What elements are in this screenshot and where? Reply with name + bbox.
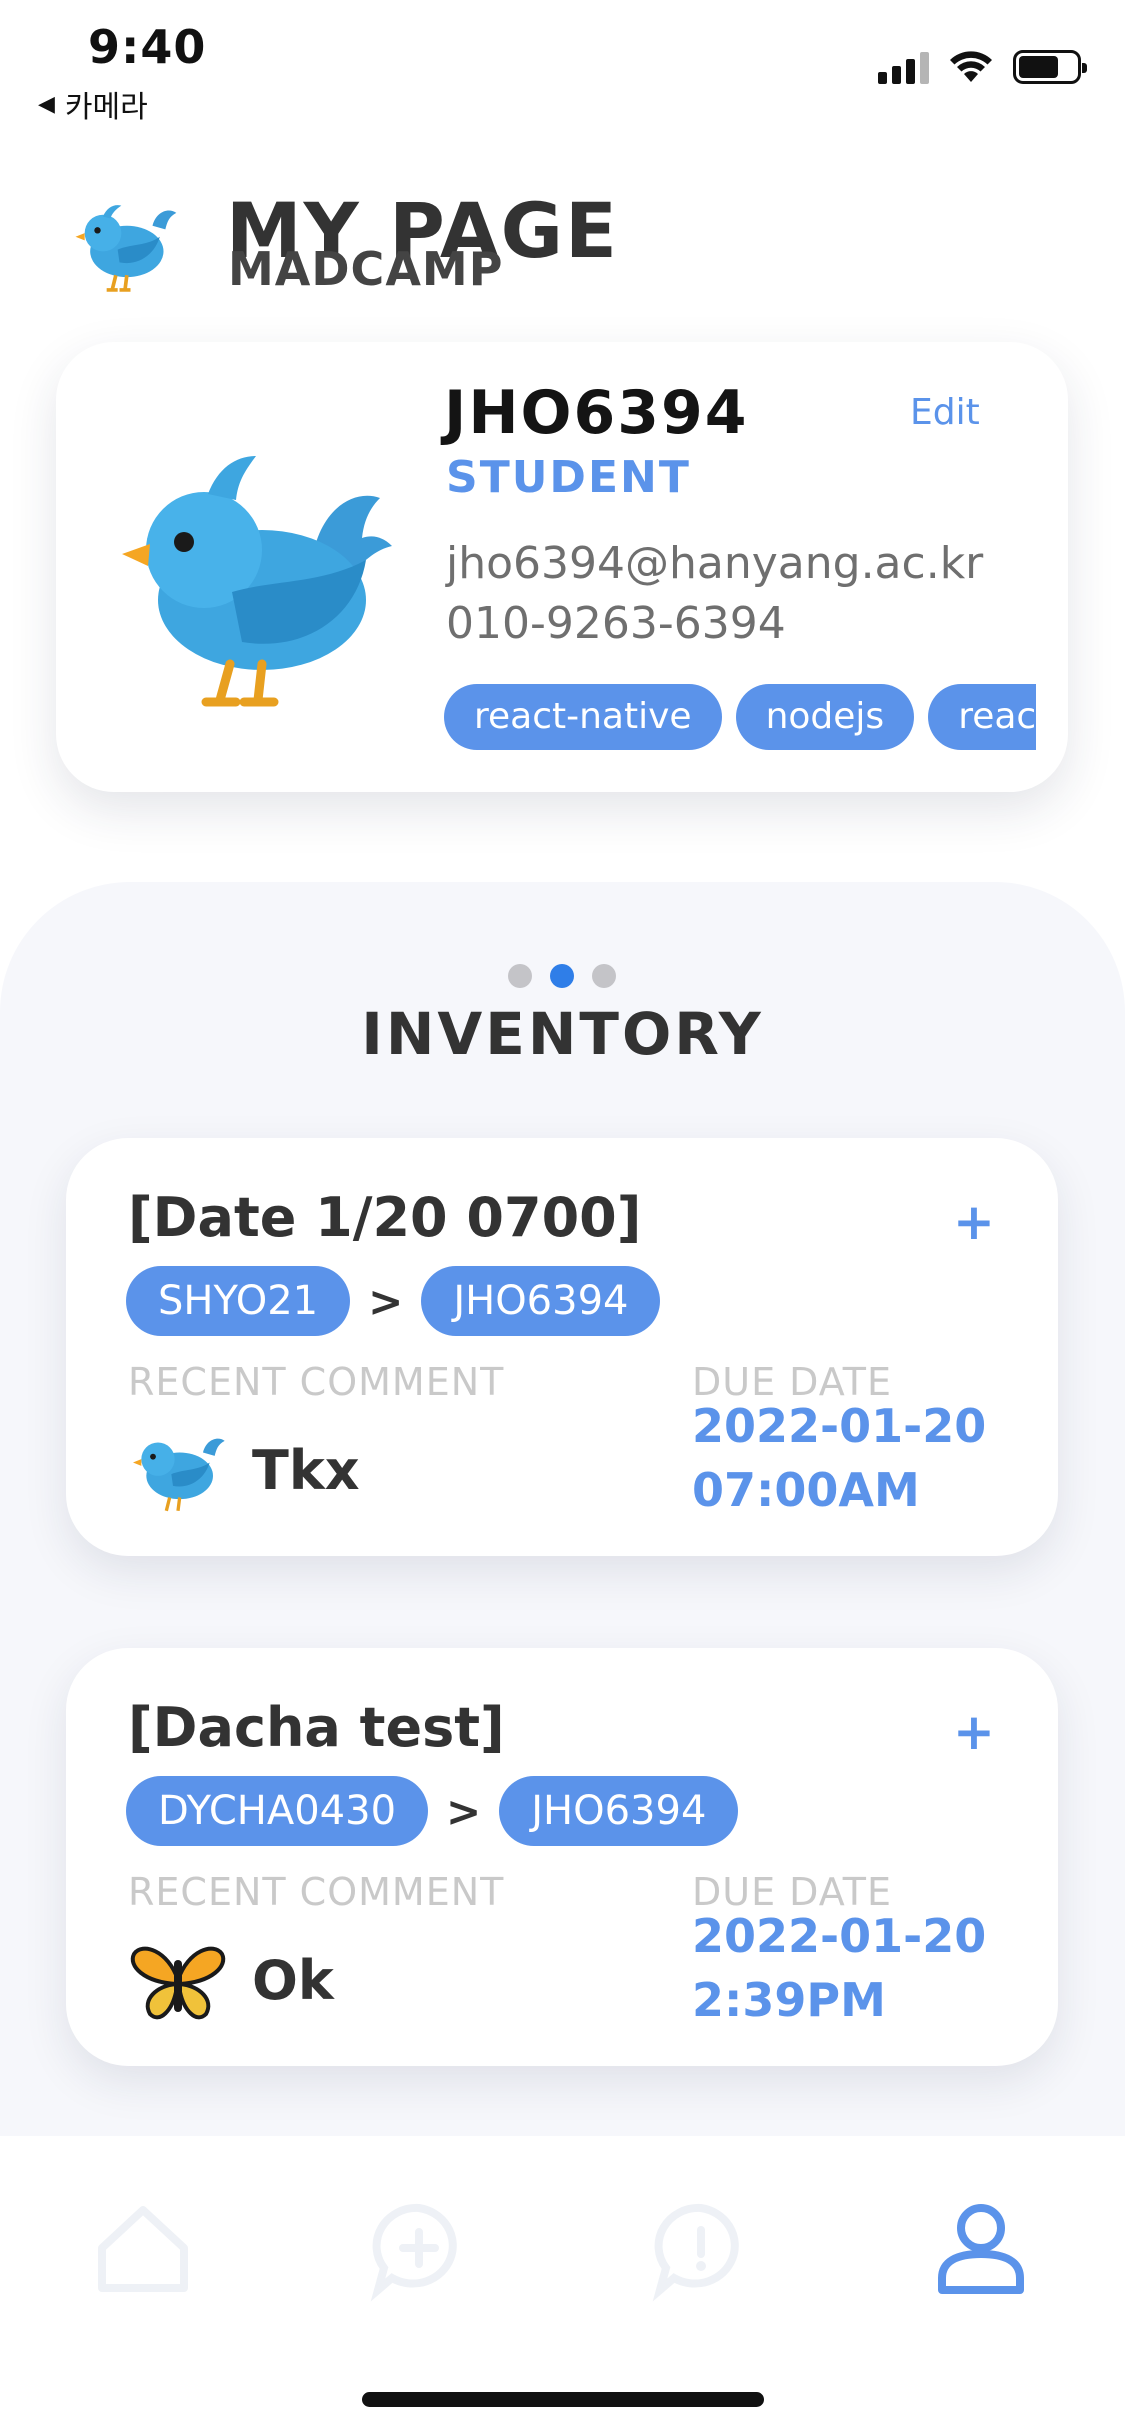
back-to-app-link[interactable]: ◀ 카메라 [38, 82, 148, 126]
recent-comment: Tkx [128, 1420, 360, 1520]
due-date-time: 07:00AM [692, 1463, 920, 1517]
due-date-time: 2:39PM [692, 1973, 886, 2027]
status-bar: 9:40 ◀ 카메라 [0, 0, 1125, 130]
plus-icon[interactable]: + [946, 1194, 1002, 1250]
skill-tag: react [928, 684, 1036, 750]
recent-comment-label: RECENT COMMENT [128, 1870, 505, 1914]
profile-phone: 010-9263-6394 [446, 598, 786, 649]
page-dot[interactable] [592, 964, 616, 988]
page-dot[interactable] [508, 964, 532, 988]
card-title: [Dacha test] [128, 1696, 505, 1759]
profile-name: JHO6394 [444, 378, 749, 448]
due-date: 2022-01-20 07:00AM [692, 1394, 986, 1522]
inventory-title: INVENTORY [361, 1000, 764, 1068]
status-time: 9:40 [88, 20, 207, 74]
profile-card: JHO6394 Edit STUDENT jho6394@hanyang.ac.… [56, 342, 1068, 792]
comment-text: Ok [252, 1948, 334, 2012]
butterfly-icon [130, 1946, 226, 2020]
skill-tag: react-native [444, 684, 722, 750]
back-app-label: 카메라 [64, 90, 148, 125]
assignment-row: DYCHA0430 > JHO6394 [126, 1776, 739, 1846]
bluebird-icon [75, 205, 177, 292]
battery-level [1019, 56, 1059, 78]
chat-alert-icon[interactable] [646, 2194, 756, 2304]
from-user-pill[interactable]: SHYO21 [126, 1266, 351, 1336]
chat-add-icon[interactable] [364, 2194, 474, 2304]
recent-comment-label: RECENT COMMENT [128, 1360, 505, 1404]
skill-tag-list[interactable]: react-native nodejs react [444, 684, 1036, 752]
home-icon[interactable] [88, 2194, 198, 2304]
arrow-icon: > [368, 1276, 404, 1326]
profile-avatar-bluebird-icon [122, 456, 392, 707]
home-indicator[interactable] [362, 2392, 764, 2407]
to-user-pill[interactable]: JHO6394 [499, 1776, 739, 1846]
bluebird-icon [133, 1438, 225, 1512]
inventory-panel[interactable]: INVENTORY [Date 1/20 0700] + SHYO21 > JH… [0, 882, 1125, 2182]
recent-comment: Ok [128, 1930, 334, 2030]
status-icons [878, 50, 1087, 84]
card-title: [Date 1/20 0700] [128, 1186, 642, 1249]
edit-profile-button[interactable]: Edit [910, 392, 980, 433]
plus-icon[interactable]: + [946, 1704, 1002, 1760]
comment-text: Tkx [252, 1438, 360, 1502]
page-dot-active[interactable] [550, 964, 574, 988]
profile-email: jho6394@hanyang.ac.kr [446, 538, 984, 589]
inventory-card[interactable]: [Date 1/20 0700] + SHYO21 > JHO6394 RECE… [66, 1138, 1058, 1556]
page-indicator[interactable] [508, 964, 616, 988]
assignment-row: SHYO21 > JHO6394 [126, 1266, 661, 1336]
inventory-card[interactable]: [Dacha test] + DYCHA0430 > JHO6394 RECEN… [66, 1648, 1058, 2066]
to-user-pill[interactable]: JHO6394 [421, 1266, 661, 1336]
skill-tag: nodejs [735, 684, 915, 750]
due-date-day: 2022-01-20 [692, 1399, 987, 1453]
due-date: 2022-01-20 2:39PM [692, 1904, 986, 2032]
wifi-icon [950, 51, 992, 82]
tab-bar [0, 2136, 1125, 2436]
battery-icon [1013, 50, 1087, 84]
profile-role: STUDENT [446, 452, 691, 503]
back-caret-icon: ◀ [38, 91, 55, 117]
profile-icon[interactable] [926, 2194, 1036, 2304]
arrow-icon: > [446, 1786, 482, 1836]
page-subtitle: MADCAMP [228, 242, 504, 296]
cellular-signal-icon [878, 50, 929, 84]
from-user-pill[interactable]: DYCHA0430 [126, 1776, 429, 1846]
due-date-day: 2022-01-20 [692, 1909, 987, 1963]
page-header: MY PAGE MADCAMP [0, 150, 1125, 320]
